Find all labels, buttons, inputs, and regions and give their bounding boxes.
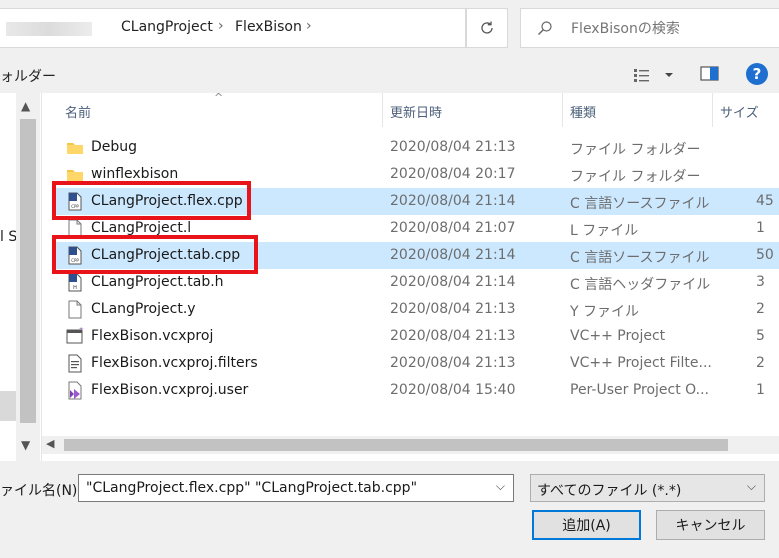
file-date: 2020/08/04 21:13 (390, 139, 516, 155)
filetype-select[interactable]: すべてのファイル (*.*) ⌵ (530, 474, 765, 502)
search-icon (538, 21, 552, 35)
preview-pane-icon (700, 66, 719, 81)
header-file-icon: H (66, 273, 84, 292)
scrollbar-thumb[interactable] (64, 439, 728, 451)
scroll-up-icon[interactable]: ▲ (21, 99, 30, 113)
column-header-date[interactable]: 更新日時 (390, 102, 442, 121)
svg-text:H: H (73, 285, 77, 291)
file-list[interactable]: ^ 名前 更新日時 種類 サイズ Debug 2020/08/04 21:13 ファ… (42, 91, 779, 461)
file-date: 2020/08/04 21:13 (390, 355, 516, 371)
file-row[interactable]: CLangProject.y 2020/08/04 21:13 Y ファイル 2 (56, 296, 779, 323)
file-type: L ファイル (570, 223, 639, 239)
filters-file-icon (66, 354, 84, 373)
chevron-down-icon[interactable]: ⌵ (747, 479, 756, 494)
horizontal-scrollbar[interactable]: ◀ (42, 436, 779, 454)
file-name: FlexBison.vcxproj.filters (91, 355, 258, 371)
file-date: 2020/08/04 21:07 (390, 220, 516, 236)
file-name: FlexBison.vcxproj.user (91, 382, 249, 398)
chevron-down-icon[interactable]: ⌵ (496, 479, 505, 494)
file-type: VC++ Project (570, 328, 666, 344)
column-divider[interactable] (712, 93, 713, 127)
filename-combobox[interactable]: ⌵ (78, 474, 514, 502)
file-type: Per-User Project O... (570, 382, 709, 398)
file-size: 3 (756, 274, 765, 290)
column-header-name[interactable]: 名前 (65, 102, 91, 121)
file-type: C 言語ソースファイル (570, 250, 710, 266)
file-date: 2020/08/04 21:14 (390, 247, 516, 263)
file-size: 5 (756, 328, 765, 344)
file-date: 2020/08/04 15:40 (390, 382, 516, 398)
column-header-type[interactable]: 種類 (570, 102, 596, 121)
file-size: 2 (756, 355, 765, 371)
refresh-button[interactable] (466, 8, 508, 48)
file-type: C 言語ヘッダファイル (570, 277, 711, 293)
breadcrumb-chevron-icon[interactable]: › (306, 18, 312, 34)
file-row[interactable]: ++ FlexBison.vcxproj 2020/08/04 21:13 VC++ … (56, 323, 779, 350)
scrollbar-thumb[interactable] (20, 119, 36, 423)
file-name: CLangProject.l (91, 220, 192, 236)
column-header-size[interactable]: サイズ (720, 102, 759, 121)
nav-item-partial-label[interactable]: l S (0, 229, 17, 245)
breadcrumb-flexbison[interactable]: FlexBison (235, 19, 302, 35)
svg-text:++: ++ (79, 327, 84, 332)
file-date: 2020/08/04 21:13 (390, 328, 516, 344)
file-row[interactable]: Debug 2020/08/04 21:13 ファイル フォルダー (56, 134, 779, 161)
file-date: 2020/08/04 20:17 (390, 166, 516, 182)
address-bar[interactable]: CLangProject › FlexBison › (0, 8, 466, 48)
breadcrumb-separator[interactable]: › (218, 18, 224, 34)
filename-input[interactable] (84, 478, 484, 498)
filename-label: ァイル名(N): (0, 483, 83, 499)
new-folder-button[interactable]: ォルダー (0, 66, 56, 86)
file-name: Debug (91, 139, 138, 155)
file-type: ファイル フォルダー (570, 169, 701, 185)
file-size: 2 (756, 301, 765, 317)
sort-ascending-icon: ^ (214, 91, 224, 104)
blank-file-icon (66, 300, 84, 319)
file-type: Y ファイル (570, 304, 640, 320)
column-divider[interactable] (562, 93, 563, 127)
file-date: 2020/08/04 21:14 (390, 274, 516, 290)
file-size: 45 (756, 193, 774, 209)
user-project-icon (66, 381, 84, 400)
file-type: ファイル フォルダー (570, 142, 701, 158)
file-date: 2020/08/04 21:14 (390, 193, 516, 209)
column-divider[interactable] (382, 93, 383, 127)
help-icon[interactable]: ? (746, 63, 768, 85)
cancel-button[interactable]: キャンセル (656, 510, 765, 540)
search-input[interactable] (569, 18, 769, 40)
vcxproj-icon: ++ (66, 326, 87, 346)
highlight-box-flex-cpp (52, 181, 251, 220)
add-button[interactable]: 追加(A) (532, 510, 641, 540)
file-row[interactable]: FlexBison.vcxproj.filters 2020/08/04 21:1… (56, 350, 779, 377)
file-size: 1 (756, 382, 765, 398)
scroll-left-icon[interactable]: ◀ (46, 437, 54, 450)
file-size: 1 (756, 220, 765, 236)
refresh-icon (481, 21, 493, 34)
folder-icon (66, 138, 84, 157)
file-row[interactable]: FlexBison.vcxproj.user 2020/08/04 15:40 Pe… (56, 377, 779, 404)
filetype-value: すべてのファイル (*.*) (537, 483, 682, 499)
search-box[interactable] (520, 8, 779, 48)
file-size: 50 (756, 247, 774, 263)
file-name: CLangProject.y (91, 301, 196, 317)
view-options-button[interactable] (632, 64, 678, 86)
file-name: FlexBison.vcxproj (91, 328, 214, 344)
file-name: CLangProject.tab.h (91, 274, 224, 290)
details-view-icon (634, 69, 673, 82)
blurred-path-segment (6, 22, 92, 36)
preview-pane-button[interactable] (699, 64, 721, 84)
nav-scrollbar[interactable]: ▲ ▼ (16, 93, 40, 461)
column-header-row: ^ 名前 更新日時 種類 サイズ (42, 91, 779, 127)
nav-selected-item[interactable] (0, 391, 16, 421)
file-type: C 言語ソースファイル (570, 196, 710, 212)
scroll-down-icon[interactable]: ▼ (21, 438, 30, 452)
highlight-box-tab-cpp (52, 235, 258, 274)
file-type: VC++ Project Filte... (570, 355, 712, 371)
file-name: winflexbison (91, 166, 179, 182)
breadcrumb-clangproject[interactable]: CLangProject (121, 19, 213, 35)
file-date: 2020/08/04 21:13 (390, 301, 516, 317)
